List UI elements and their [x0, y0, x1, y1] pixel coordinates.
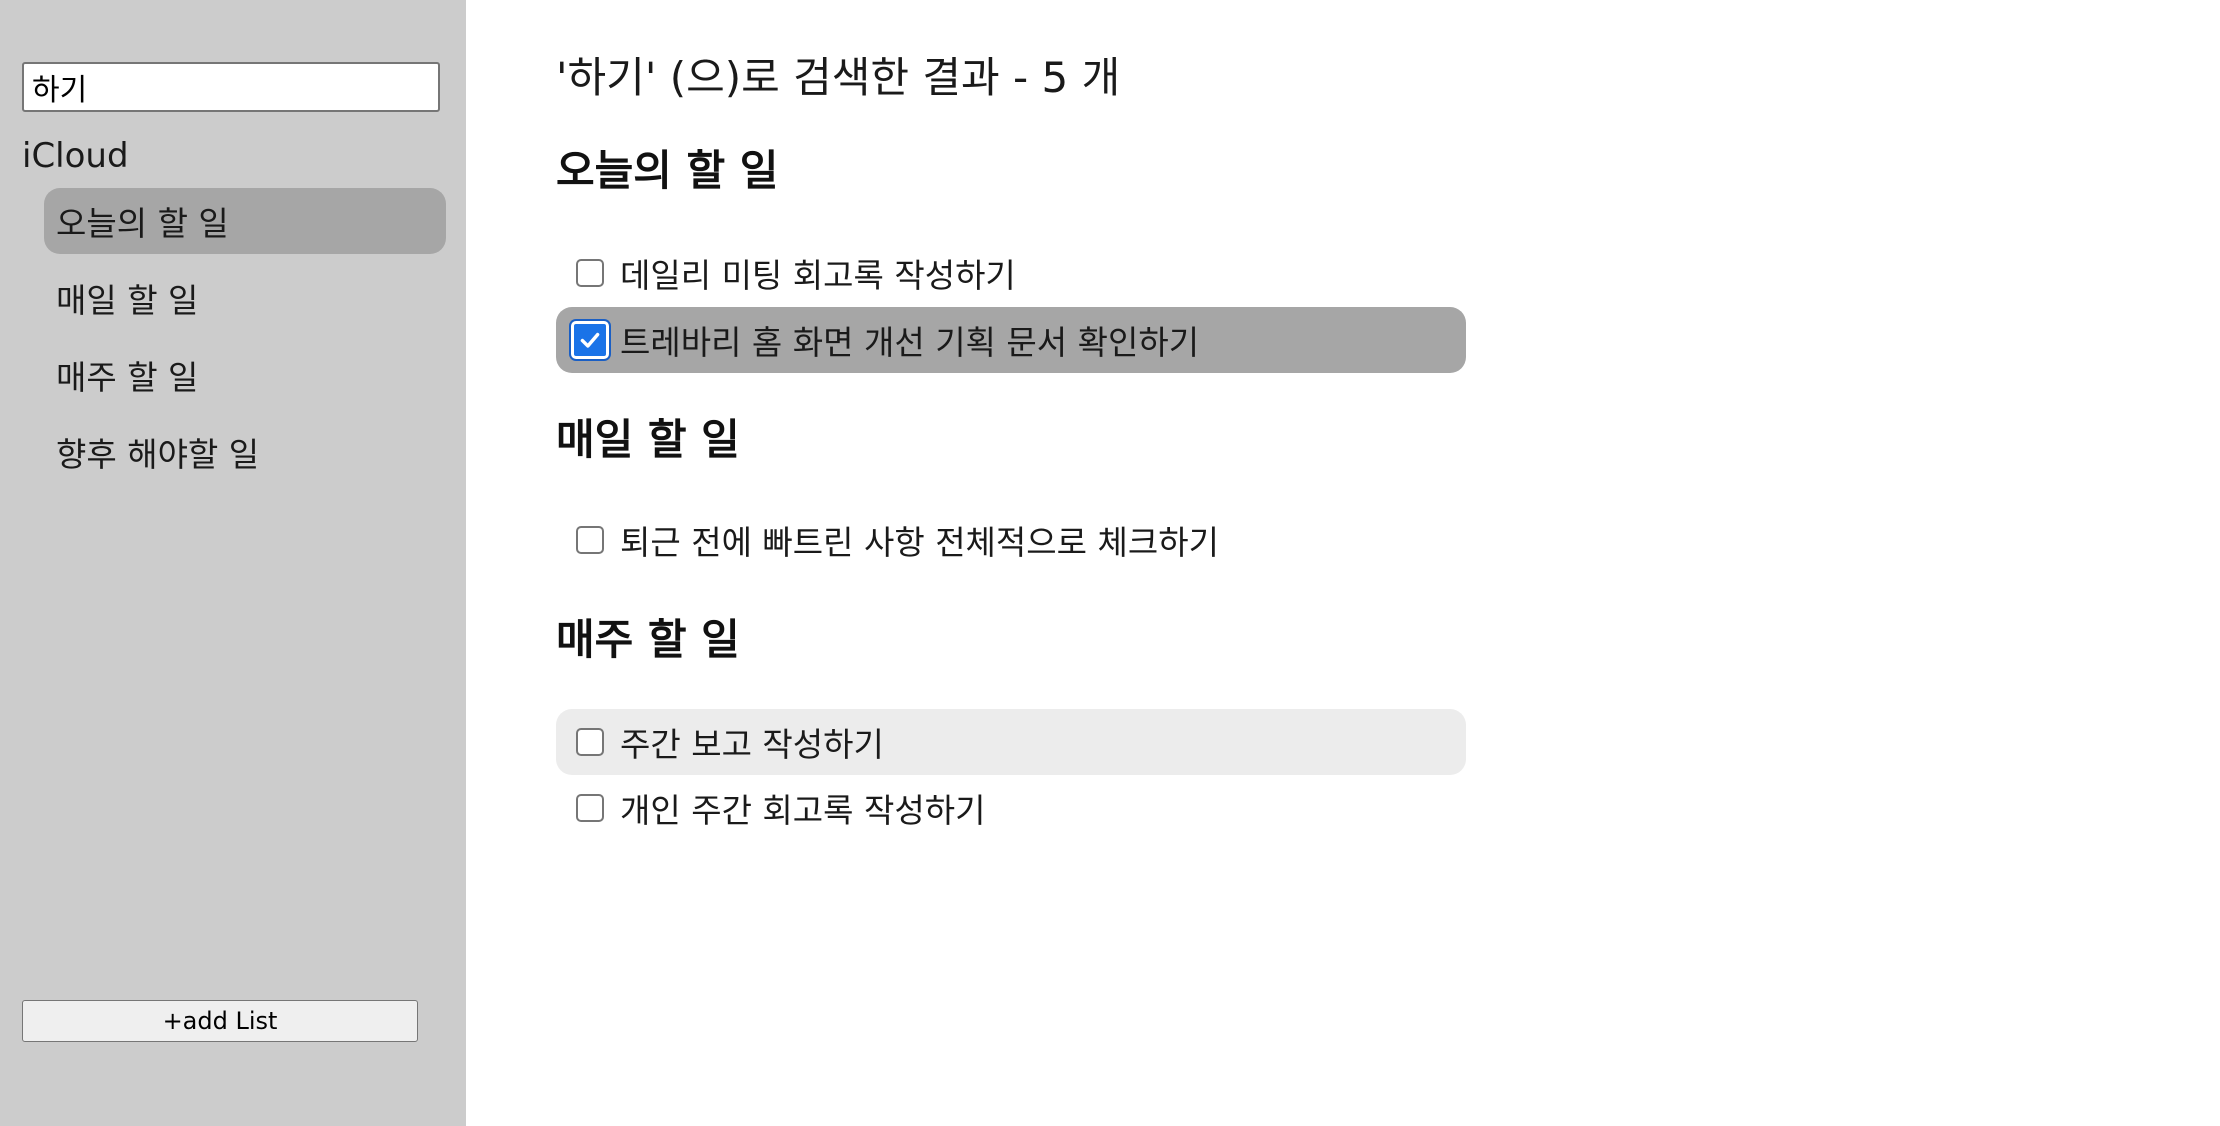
- task-label: 트레바리 홈 화면 개선 기획 문서 확인하기: [620, 323, 1200, 362]
- group-heading-today: 오늘의 할 일: [556, 146, 779, 195]
- group-heading-daily: 매일 할 일: [556, 415, 740, 464]
- sidebar-item-label: 향후 해야할 일: [56, 435, 260, 474]
- task-row[interactable]: 데일리 미팅 회고록 작성하기: [556, 240, 1466, 306]
- page-title: '하기' (으)로 검색한 결과 - 5 개: [556, 53, 1121, 102]
- task-checkbox[interactable]: [576, 526, 604, 554]
- search-input[interactable]: [22, 62, 440, 112]
- reminders-app: iCloud 오늘의 할 일 매일 할 일 매주 할 일 향후 해야할 일 +a…: [0, 0, 2220, 1126]
- group-heading-weekly: 매주 할 일: [556, 615, 740, 664]
- task-label: 주간 보고 작성하기: [620, 725, 884, 764]
- search-results-panel: '하기' (으)로 검색한 결과 - 5 개 오늘의 할 일 데일리 미팅 회고…: [466, 0, 2220, 1126]
- sidebar-item-daily[interactable]: 매일 할 일: [44, 265, 446, 331]
- sidebar: iCloud 오늘의 할 일 매일 할 일 매주 할 일 향후 해야할 일 +a…: [0, 0, 466, 1126]
- sidebar-item-weekly[interactable]: 매주 할 일: [44, 342, 446, 408]
- task-checkbox[interactable]: [576, 259, 604, 287]
- sidebar-item-upcoming[interactable]: 향후 해야할 일: [44, 419, 446, 485]
- task-checkbox[interactable]: [576, 728, 604, 756]
- account-label: iCloud: [22, 136, 129, 176]
- task-checkbox[interactable]: [576, 794, 604, 822]
- task-label: 개인 주간 회고록 작성하기: [620, 791, 986, 830]
- sidebar-item-label: 매일 할 일: [56, 281, 199, 320]
- task-row[interactable]: 트레바리 홈 화면 개선 기획 문서 확인하기: [556, 307, 1466, 373]
- task-row[interactable]: 주간 보고 작성하기: [556, 709, 1466, 775]
- task-label: 데일리 미팅 회고록 작성하기: [620, 256, 1016, 295]
- sidebar-item-today[interactable]: 오늘의 할 일: [44, 188, 446, 254]
- task-label: 퇴근 전에 빠트린 사항 전체적으로 체크하기: [620, 523, 1219, 562]
- task-row[interactable]: 개인 주간 회고록 작성하기: [556, 775, 1466, 841]
- task-row[interactable]: 퇴근 전에 빠트린 사항 전체적으로 체크하기: [556, 507, 1466, 573]
- task-checkbox[interactable]: [571, 321, 609, 359]
- sidebar-item-label: 오늘의 할 일: [56, 204, 229, 243]
- add-list-button[interactable]: +add List: [22, 1000, 418, 1042]
- checkmark-icon: [580, 332, 600, 348]
- sidebar-item-label: 매주 할 일: [56, 358, 199, 397]
- list-nav: 오늘의 할 일 매일 할 일 매주 할 일 향후 해야할 일: [44, 188, 446, 496]
